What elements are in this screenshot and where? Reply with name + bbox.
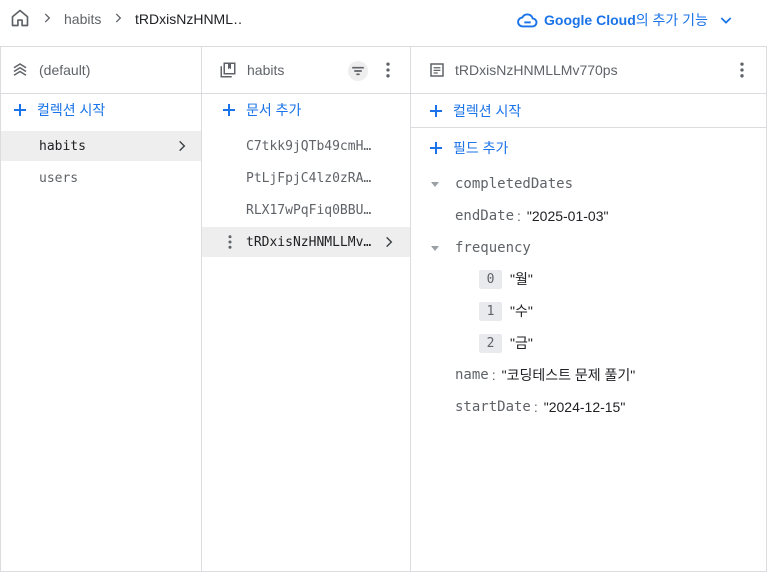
google-cloud-label: Google Cloud — [544, 12, 636, 28]
collection-name: habits — [39, 139, 86, 154]
chevron-right-icon — [115, 13, 122, 23]
field-completedDates[interactable]: completedDates — [455, 172, 573, 196]
document-icon — [430, 63, 444, 77]
start-subcollection-label: 컬렉션 시작 — [453, 102, 522, 119]
chevron-right-icon — [179, 140, 186, 152]
chevron-down-icon — [720, 17, 732, 24]
more-vert-icon[interactable] — [732, 60, 752, 80]
caret-down-icon[interactable] — [430, 243, 440, 253]
document-id: C7tkk9jQTb49cmH… — [246, 139, 372, 154]
field-colon: : — [517, 208, 521, 224]
root-panel-title: (default) — [39, 62, 91, 78]
add-field-button[interactable]: 필드 추가 — [411, 132, 766, 164]
plus-icon — [430, 142, 442, 154]
google-cloud-icon — [517, 13, 538, 28]
more-vert-icon[interactable] — [378, 60, 398, 80]
field-key: name — [455, 367, 489, 383]
collection-name: users — [39, 171, 79, 186]
document-id: PtLjFpjC4lz0zRA… — [246, 171, 372, 186]
array-value: "금" — [510, 335, 533, 351]
plus-icon — [430, 104, 442, 117]
field-value: "2024-12-15" — [543, 399, 626, 415]
start-subcollection-button[interactable]: 컬렉션 시작 — [411, 94, 766, 128]
document-panel: tRDxisNzHNMLLMv770ps 컬렉션 시작 필드 추가 comple… — [411, 46, 767, 572]
array-index: 0 — [479, 269, 502, 289]
plus-icon — [223, 104, 235, 116]
document-item[interactable]: PtLjFpjC4lz0zRA… — [202, 163, 410, 193]
root-panel: (default) 컬렉션 시작 habits users — [0, 46, 202, 572]
field-key: completedDates — [455, 176, 574, 192]
field-name[interactable]: name : "코딩테스트 문제 풀기" — [455, 363, 635, 387]
document-item[interactable]: C7tkk9jQTb49cmH… — [202, 131, 410, 161]
collection-panel-title: habits — [247, 62, 285, 78]
home-icon[interactable] — [10, 8, 30, 28]
collection-icon — [220, 62, 236, 78]
top-bar: habits tRDxisNzHNML… Google Cloud 의 추가 기… — [0, 0, 768, 40]
add-document-label: 문서 추가 — [246, 102, 302, 118]
database-stack-icon — [13, 63, 27, 76]
chevron-right-icon — [44, 13, 51, 23]
collection-panel-header: habits — [202, 47, 410, 94]
field-endDate[interactable]: endDate : "2025-01-03" — [455, 204, 608, 228]
more-vert-icon[interactable] — [221, 233, 239, 251]
field-value: "코딩테스트 문제 풀기" — [501, 367, 636, 383]
field-key: endDate — [455, 208, 515, 224]
document-id: RLX17wPqFiq0BBU… — [246, 203, 372, 218]
field-colon: : — [533, 399, 538, 415]
array-index: 2 — [479, 333, 502, 353]
caret-down-icon[interactable] — [430, 179, 440, 189]
document-panel-header: tRDxisNzHNMLLMv770ps — [411, 47, 766, 94]
breadcrumb-document[interactable]: tRDxisNzHNML… — [135, 11, 241, 27]
array-value: "월" — [510, 271, 533, 287]
array-item[interactable]: 2 "금" — [479, 331, 533, 355]
document-item-selected[interactable]: tRDxisNzHNMLLMv… — [202, 227, 410, 257]
field-frequency[interactable]: frequency — [455, 236, 531, 260]
array-value: "수" — [510, 303, 533, 319]
collection-panel: habits 문서 추가 C7tkk9jQTb49cmH… PtLjFpjC4l… — [202, 46, 411, 572]
start-collection-label: 컬렉션 시작 — [37, 102, 106, 118]
array-item[interactable]: 0 "월" — [479, 267, 533, 291]
collection-item-habits[interactable]: habits — [1, 131, 201, 161]
root-panel-header: (default) — [1, 47, 201, 94]
filter-icon[interactable] — [348, 61, 368, 81]
field-key: startDate — [455, 399, 531, 415]
extensions-label: 의 추가 기능 — [635, 12, 708, 28]
add-field-label: 필드 추가 — [453, 140, 509, 156]
chevron-right-icon — [386, 236, 393, 248]
breadcrumb-habits[interactable]: habits — [64, 11, 101, 27]
array-item[interactable]: 1 "수" — [479, 299, 533, 323]
plus-icon — [14, 104, 26, 116]
field-startDate[interactable]: startDate : "2024-12-15" — [455, 395, 625, 419]
field-colon: : — [491, 367, 496, 383]
start-collection-button[interactable]: 컬렉션 시작 — [1, 94, 201, 126]
field-value: "2025-01-03" — [526, 208, 609, 224]
document-item[interactable]: RLX17wPqFiq0BBU… — [202, 195, 410, 225]
google-cloud-extensions-button[interactable]: Google Cloud 의 추가 기능 — [517, 9, 734, 31]
document-panel-title: tRDxisNzHNMLLMv770ps — [455, 62, 618, 78]
collection-item-users[interactable]: users — [1, 163, 201, 193]
document-id: tRDxisNzHNMLLMv… — [246, 235, 372, 250]
array-index: 1 — [479, 301, 502, 321]
field-key: frequency — [455, 240, 531, 256]
add-document-button[interactable]: 문서 추가 — [202, 94, 410, 126]
